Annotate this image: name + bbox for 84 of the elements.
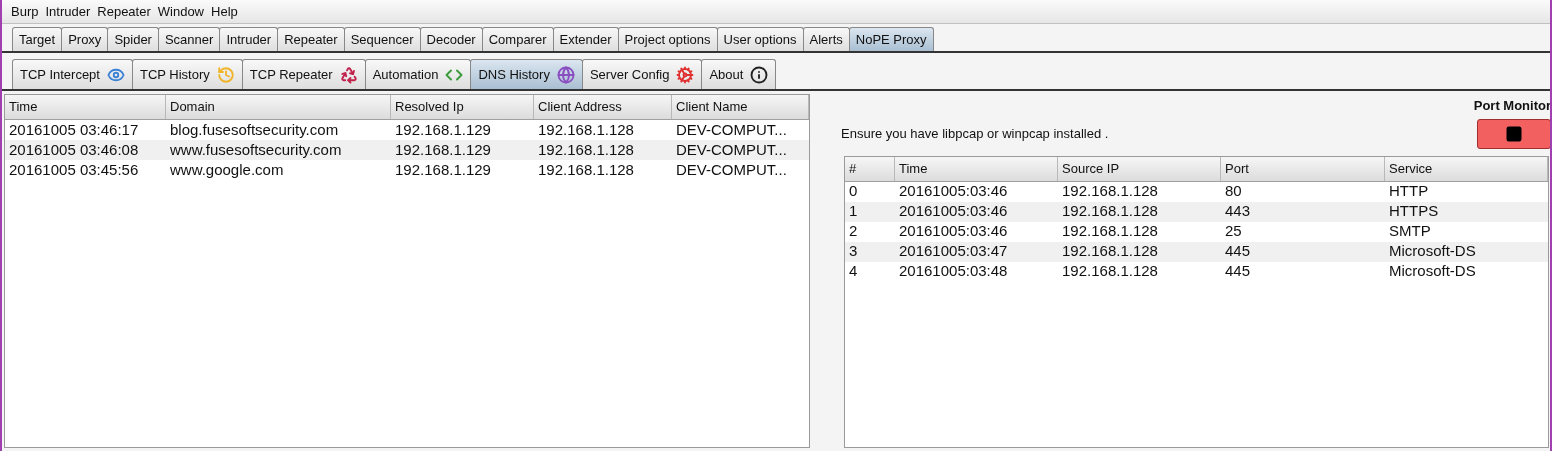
- table-cell-text: 2: [848, 221, 859, 242]
- table-cell-text: 192.168.1.129: [394, 120, 492, 140]
- tab[interactable]: Target: [12, 27, 63, 51]
- table-cell-text: 192.168.1.128: [1061, 221, 1159, 242]
- table-cell-text: 192.168.1.128: [1061, 201, 1159, 222]
- menu-item[interactable]: Intruder: [45, 1, 91, 22]
- history-icon: [216, 65, 235, 84]
- table-cell-text: 20161005 03:46:17: [8, 120, 140, 140]
- tab[interactable]: Scanner: [157, 27, 221, 51]
- panel-title: Port Monitor: [1473, 97, 1550, 115]
- table-cell-text: 3: [848, 241, 859, 262]
- table-cell-text: 1: [848, 201, 859, 222]
- table-cell-text: Microsoft-DS: [1388, 261, 1477, 282]
- info-icon: [750, 65, 769, 84]
- table-cell-text: 192.168.1.128: [537, 160, 635, 180]
- table-cell-text: 80: [1224, 181, 1243, 202]
- table-cell-text: 20161005 03:45:56: [8, 160, 140, 180]
- globe-icon: [556, 65, 575, 84]
- tab[interactable]: TCP Intercept: [12, 59, 133, 89]
- table-cell-text: 20161005:03:46: [898, 221, 1009, 242]
- tab[interactable]: Decoder: [419, 27, 483, 51]
- column-header[interactable]: Time: [895, 156, 1058, 181]
- table-cell-text: www.fusesoftsecurity.com: [169, 140, 343, 160]
- column-header[interactable]: Time: [5, 95, 166, 119]
- table-cell-text: 445: [1224, 241, 1252, 262]
- table-cell-text: 20161005:03:46: [898, 201, 1009, 222]
- table-cell-text: 192.168.1.129: [394, 140, 492, 160]
- table-cell-text: 20161005 03:46:08: [8, 140, 140, 160]
- tab[interactable]: Spider: [107, 27, 159, 51]
- table-cell-text: 4: [848, 261, 859, 282]
- recycle-icon: [339, 65, 358, 84]
- tab[interactable]: NoPE Proxy: [848, 27, 934, 51]
- tab[interactable]: Repeater: [277, 27, 345, 51]
- column-header[interactable]: Port: [1221, 156, 1385, 181]
- table-cell-text: 0: [848, 181, 859, 202]
- table-cell-text: 445: [1224, 261, 1252, 282]
- table-cell-text: 192.168.1.128: [1061, 241, 1159, 262]
- column-header[interactable]: Resolved Ip: [391, 95, 534, 119]
- menu-item[interactable]: Repeater: [97, 1, 151, 22]
- table-cell-text: HTTPS: [1388, 201, 1440, 222]
- table-cell-text: 20161005:03:48: [898, 261, 1009, 282]
- column-header[interactable]: #: [845, 156, 895, 181]
- table-cell-text: 192.168.1.128: [1061, 261, 1159, 282]
- table-cell-text: 192.168.1.129: [394, 160, 492, 180]
- table-cell-text: 192.168.1.128: [537, 120, 635, 140]
- tab[interactable]: Server Config: [581, 59, 703, 89]
- tab[interactable]: About: [701, 59, 777, 89]
- notice-text: Ensure you have libpcap or winpcap installed .: [841, 125, 1109, 143]
- tab[interactable]: Proxy: [61, 27, 109, 51]
- tab[interactable]: TCP History: [131, 59, 243, 89]
- table-cell-text: Microsoft-DS: [1388, 241, 1477, 262]
- column-header[interactable]: Source IP: [1058, 156, 1221, 181]
- table-cell-text: 20161005:03:47: [898, 241, 1009, 262]
- column-header[interactable]: Client Name: [672, 95, 809, 119]
- table-cell-text: HTTP: [1388, 181, 1430, 202]
- tab[interactable]: Comparer: [481, 27, 554, 51]
- table-cell-text: 20161005:03:46: [898, 181, 1009, 202]
- tab[interactable]: DNS History: [470, 59, 583, 89]
- menu-item[interactable]: Help: [211, 1, 238, 22]
- table-cell-text: SMTP: [1388, 221, 1432, 242]
- table-cell-text: 443: [1224, 201, 1252, 222]
- tab[interactable]: Intruder: [219, 27, 279, 51]
- tab[interactable]: TCP Repeater: [241, 59, 366, 89]
- stop-button[interactable]: [1477, 118, 1550, 149]
- menu-item[interactable]: Burp: [11, 1, 39, 22]
- table-cell-text: DEV-COMPUT...: [675, 160, 788, 180]
- table-cell-text: 192.168.1.128: [1061, 181, 1159, 202]
- table-cell-text: blog.fusesoftsecurity.com: [169, 120, 340, 140]
- table-cell-text: 25: [1224, 221, 1243, 242]
- column-header[interactable]: Client Address: [534, 95, 672, 119]
- tab[interactable]: Extender: [552, 27, 619, 51]
- tab[interactable]: Automation: [364, 59, 472, 89]
- table-cell-text: www.google.com: [169, 160, 285, 180]
- column-header[interactable]: Service: [1385, 156, 1548, 181]
- menu-item[interactable]: Window: [157, 1, 204, 22]
- table-cell-text: DEV-COMPUT...: [675, 140, 788, 160]
- stop-icon: [1505, 124, 1523, 143]
- tab[interactable]: Alerts: [802, 27, 850, 51]
- tab[interactable]: User options: [716, 27, 804, 51]
- tab[interactable]: Sequencer: [343, 27, 421, 51]
- tab[interactable]: Project options: [617, 27, 718, 51]
- column-header[interactable]: Domain: [166, 95, 391, 119]
- table-cell-text: DEV-COMPUT...: [675, 120, 788, 140]
- table-cell-text: 192.168.1.128: [537, 140, 635, 160]
